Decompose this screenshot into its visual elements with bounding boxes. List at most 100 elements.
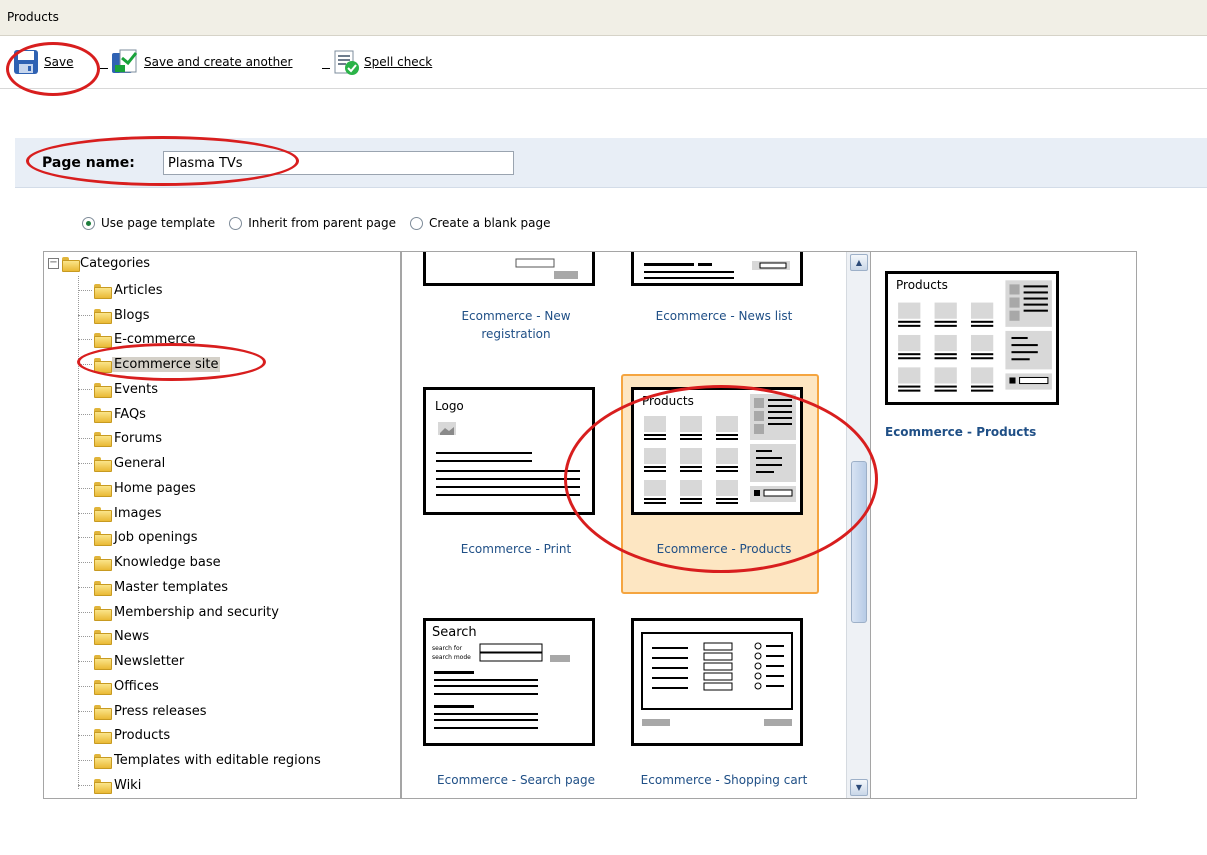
collapse-icon[interactable]: − <box>48 258 59 269</box>
toolbar: Save Save and create another Spell check <box>0 37 1207 89</box>
save-new-icon <box>112 49 138 73</box>
breadcrumb-bar: Products <box>0 0 1207 36</box>
page-name-panel: Page name: <box>15 138 1207 188</box>
folder-icon <box>94 629 112 645</box>
tree-root[interactable]: − Categories <box>48 256 151 272</box>
layout-preview-icon <box>641 632 793 726</box>
layout-preview-icon <box>644 261 790 279</box>
folder-icon <box>94 704 112 720</box>
layout-preview-icon <box>515 258 578 279</box>
page-name-input[interactable] <box>163 151 514 175</box>
tree-root-label: Categories <box>80 256 151 271</box>
tree-item-e-commerce[interactable]: E-commerce <box>78 329 198 349</box>
template-thumbnail-products: Products <box>631 387 803 515</box>
folder-icon <box>94 679 112 695</box>
folder-icon <box>94 332 112 348</box>
scrollbar-thumb[interactable] <box>851 461 867 623</box>
tree-item-forums[interactable]: Forums <box>78 428 164 448</box>
folder-icon <box>94 728 112 744</box>
template-thumbnail-new-registration <box>423 252 595 286</box>
layout-preview-icon <box>898 280 1052 392</box>
layout-preview-icon <box>644 394 796 504</box>
tree-item-blogs[interactable]: Blogs <box>78 305 152 325</box>
folder-icon <box>94 555 112 571</box>
inherit-from-parent-option[interactable]: Inherit from parent page <box>229 216 396 230</box>
breadcrumb-title: Products <box>7 10 59 24</box>
folder-icon <box>94 654 112 670</box>
tree-item-offices[interactable]: Offices <box>78 676 161 696</box>
radio-unchecked-icon[interactable] <box>229 216 243 230</box>
preview-template-name: Ecommerce - Products <box>885 425 1037 439</box>
folder-icon <box>94 407 112 423</box>
tree-item-master-templates[interactable]: Master templates <box>78 577 230 597</box>
template-preview-panel: Products Ecommerce - Products <box>871 251 1137 799</box>
tree-item-newsletter[interactable]: Newsletter <box>78 651 186 671</box>
tree-item-templates-with-editable-regions[interactable]: Templates with editable regions <box>78 750 323 770</box>
tree-item-events[interactable]: Events <box>78 379 160 399</box>
gallery-scrollbar[interactable]: ▲ ▼ <box>846 252 870 798</box>
folder-icon <box>94 530 112 546</box>
template-caption-shopping-cart: Ecommerce - Shopping cart <box>640 773 808 787</box>
tree-item-membership-and-security[interactable]: Membership and security <box>78 602 281 622</box>
template-thumbnail-shopping-cart <box>631 618 803 746</box>
tree-item-images[interactable]: Images <box>78 503 164 523</box>
floppy-disk-icon <box>14 50 38 74</box>
tree-item-news[interactable]: News <box>78 626 151 646</box>
folder-icon <box>94 580 112 596</box>
page-name-label: Page name: <box>42 155 135 171</box>
spell-check-icon <box>334 50 359 75</box>
template-gallery: Ecommerce - New registration Ecommerce -… <box>401 251 871 799</box>
scroll-down-icon[interactable]: ▼ <box>850 779 868 796</box>
template-caption-print: Ecommerce - Print <box>460 542 572 556</box>
use-page-template-label: Use page template <box>101 216 216 230</box>
folder-icon <box>94 357 112 373</box>
create-blank-page-option[interactable]: Create a blank page <box>409 216 551 230</box>
toolbar-separator <box>100 55 108 69</box>
toolbar-separator <box>322 55 330 69</box>
radio-checked-icon[interactable] <box>82 216 95 230</box>
template-thumbnail-print: Logo <box>423 387 595 515</box>
spell-check-label: Spell check <box>364 55 433 69</box>
folder-icon <box>94 308 112 324</box>
folder-icon <box>94 605 112 621</box>
tree-item-wiki[interactable]: Wiki <box>78 775 143 795</box>
save-button[interactable]: Save <box>12 47 73 77</box>
use-page-template-option[interactable]: Use page template <box>82 216 215 230</box>
folder-icon <box>94 506 112 522</box>
folder-icon <box>94 481 112 497</box>
folder-icon <box>94 382 112 398</box>
folder-icon <box>62 257 80 272</box>
create-blank-page-label: Create a blank page <box>428 216 551 230</box>
tree-item-faqs[interactable]: FAQs <box>78 404 148 424</box>
tree-item-products[interactable]: Products <box>78 725 172 745</box>
template-caption-news-list: Ecommerce - News list <box>655 309 793 323</box>
folder-icon <box>94 753 112 769</box>
tree-item-job-openings[interactable]: Job openings <box>78 527 200 547</box>
template-caption-search-page: Ecommerce - Search page <box>437 773 595 787</box>
spell-check-button[interactable]: Spell check <box>322 47 432 77</box>
radio-unchecked-icon[interactable] <box>409 216 423 230</box>
tree-item-general[interactable]: General <box>78 453 167 473</box>
preview-thumbnail: Products <box>885 271 1059 405</box>
scroll-up-icon[interactable]: ▲ <box>850 254 868 271</box>
tree-item-press-releases[interactable]: Press releases <box>78 701 209 721</box>
category-tree: − Categories Articles Blogs E-commerce E… <box>43 251 401 799</box>
template-caption-new-registration: Ecommerce - New registration <box>461 309 571 341</box>
template-option-group: Use page template Inherit from parent pa… <box>82 216 564 230</box>
tree-item-home-pages[interactable]: Home pages <box>78 478 198 498</box>
folder-icon <box>94 431 112 447</box>
template-thumbnail-news-list <box>631 252 803 286</box>
tree-item-ecommerce-site[interactable]: Ecommerce site <box>78 354 221 374</box>
folder-icon <box>94 778 112 794</box>
template-caption-products: Ecommerce - Products <box>656 542 792 556</box>
save-label: Save <box>44 55 74 69</box>
template-grid: Ecommerce - New registration Ecommerce -… <box>402 252 848 798</box>
tree-item-articles[interactable]: Articles <box>78 280 164 300</box>
template-thumbnail-search-page: Search search for search mode <box>423 618 595 746</box>
tree-item-knowledge-base[interactable]: Knowledge base <box>78 552 223 572</box>
folder-icon <box>94 283 112 299</box>
save-and-create-another-button[interactable]: Save and create another <box>100 47 293 77</box>
folder-icon <box>94 456 112 472</box>
inherit-from-parent-label: Inherit from parent page <box>248 216 396 230</box>
save-and-create-another-label: Save and create another <box>144 55 293 69</box>
